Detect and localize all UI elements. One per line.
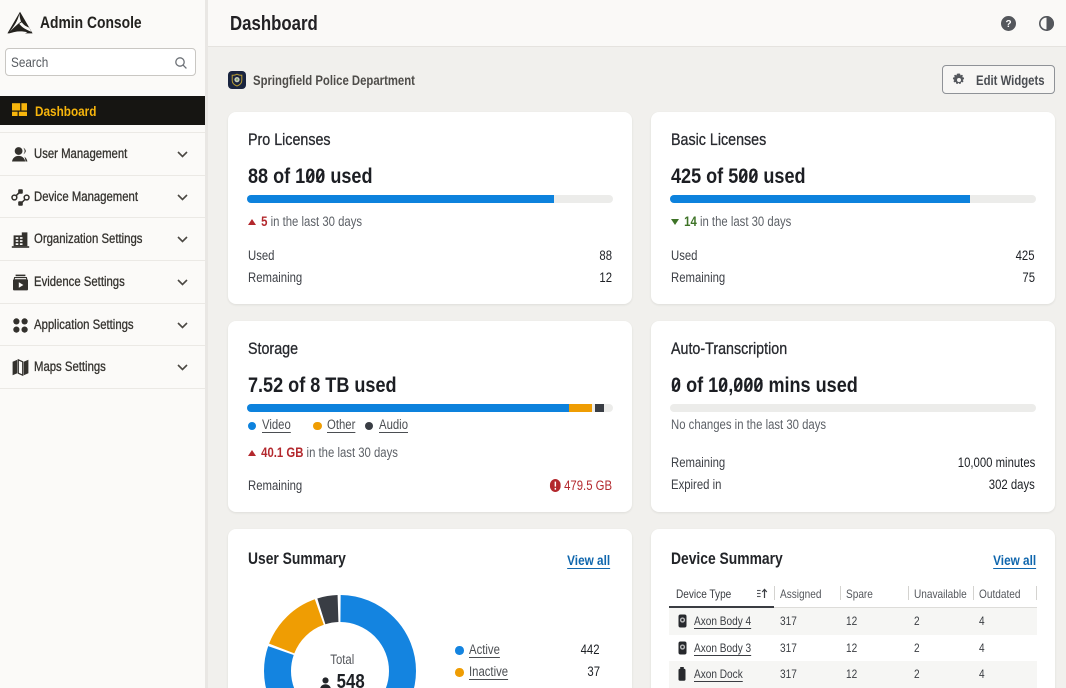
svg-text:?: ? (1005, 19, 1011, 30)
